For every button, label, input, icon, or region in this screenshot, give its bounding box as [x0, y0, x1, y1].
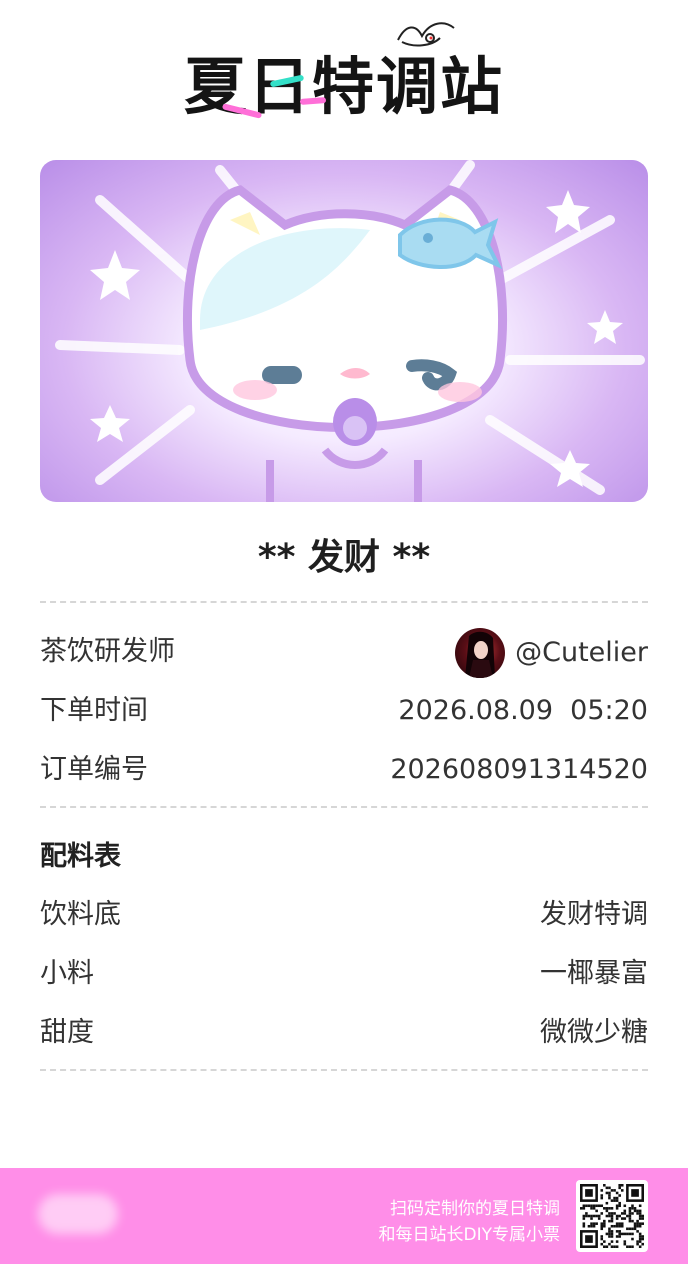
dashed-divider: [40, 601, 648, 603]
seagull-icon: [397, 22, 455, 47]
ingredients-title: 配料表: [40, 841, 121, 872]
order-time-value: 2026.08.09 05:20: [398, 695, 648, 726]
ingredient-row-sweetness: 甜度 微微少糖: [40, 1010, 648, 1054]
info-row-creator: 茶饮研发师 @Cutelier: [40, 628, 648, 680]
cat-mascot-illustration: [55, 160, 645, 502]
ingredient-value: 一椰暴富: [540, 958, 648, 989]
qr-code[interactable]: [576, 1180, 648, 1252]
brand-logo: 夏日特调站: [0, 12, 688, 132]
info-row-order-time: 下单时间 2026.08.09 05:20: [40, 688, 648, 732]
qr-code-icon: [580, 1184, 644, 1248]
avatar-image: [465, 631, 496, 678]
footer-promo-line1: 扫码定制你的夏日特调: [390, 1199, 560, 1219]
drink-title: ** 发财 **: [257, 537, 431, 578]
blurred-logo: [38, 1194, 118, 1234]
info-row-order-number: 订单编号 202608091314520: [40, 747, 648, 791]
dashed-divider: [40, 806, 648, 808]
creator-profile[interactable]: @Cutelier: [455, 628, 648, 678]
dashed-divider: [40, 1069, 648, 1071]
footer-promo-line2: 和每日站长DIY专属小票: [378, 1225, 561, 1245]
ingredient-value: 发财特调: [540, 899, 648, 930]
mascot-banner: [40, 160, 648, 502]
order-time-label: 下单时间: [40, 695, 148, 726]
creator-label: 茶饮研发师: [40, 636, 175, 667]
order-number-value: 202608091314520: [390, 754, 648, 785]
ingredient-value: 微微少糖: [540, 1017, 648, 1048]
ingredient-label: 饮料底: [40, 899, 121, 930]
creator-handle[interactable]: @Cutelier: [515, 638, 648, 668]
logo-char: 特: [311, 50, 376, 123]
footer-banner: 扫码定制你的夏日特调 和每日站长DIY专属小票: [0, 1168, 688, 1264]
ingredient-label: 甜度: [40, 1017, 94, 1048]
ingredient-label: 小料: [40, 958, 94, 989]
logo-char: 站: [440, 50, 505, 123]
logo-char: 调: [376, 50, 441, 123]
avatar[interactable]: [455, 628, 506, 678]
order-number-label: 订单编号: [40, 754, 148, 785]
ingredient-row-topping: 小料 一椰暴富: [40, 951, 648, 995]
ingredient-row-base: 饮料底 发财特调: [40, 892, 648, 936]
